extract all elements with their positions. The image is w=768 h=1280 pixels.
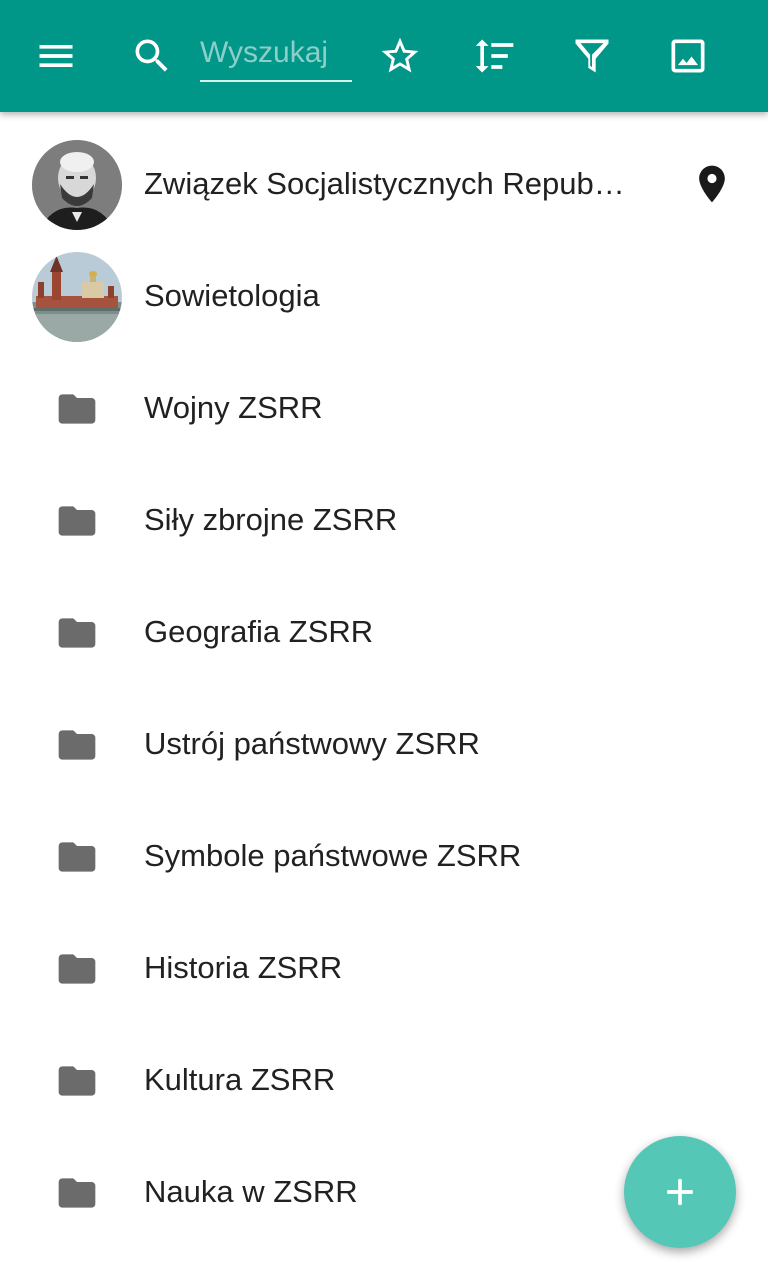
list-item[interactable]: Historia ZSRR xyxy=(0,912,768,1024)
menu-icon xyxy=(39,45,73,67)
list-item[interactable]: Związek Socjalistycznych Republik Radzie… xyxy=(0,128,768,240)
filter-button[interactable] xyxy=(564,28,620,84)
list-item-label: Kultura ZSRR xyxy=(144,1062,336,1097)
list-item[interactable]: Sowietologia xyxy=(0,240,768,352)
portrait-avatar-image xyxy=(32,140,122,230)
location-pin-icon xyxy=(699,165,725,203)
list-item[interactable]: Geografia ZSRR xyxy=(0,576,768,688)
folder-icon xyxy=(32,1148,122,1238)
list-item[interactable]: Symbole państwowe ZSRR xyxy=(0,800,768,912)
list-item[interactable]: Siły zbrojne ZSRR xyxy=(0,464,768,576)
avatar xyxy=(32,140,122,230)
folder-icon xyxy=(32,1036,122,1126)
list-item-label: Sowietologia xyxy=(144,278,320,313)
list-item-label: Wojny ZSRR xyxy=(144,390,323,425)
filter-icon xyxy=(575,39,609,73)
list-item-label: Związek Socjalistycznych Republik Radzie… xyxy=(144,166,626,201)
list-item-label: Historia ZSRR xyxy=(144,950,343,985)
plus-icon xyxy=(667,1179,693,1205)
list-item[interactable]: Wojny ZSRR xyxy=(0,352,768,464)
location-button[interactable] xyxy=(690,162,734,206)
folder-icon xyxy=(32,924,122,1014)
list-item-label: Ustrój państwowy ZSRR xyxy=(144,726,480,761)
app-toolbar xyxy=(0,0,768,112)
folder-icon xyxy=(32,588,122,678)
sort-button[interactable] xyxy=(467,28,523,84)
list-item[interactable]: Kultura ZSRR xyxy=(0,1024,768,1136)
kremlin-avatar-image xyxy=(32,252,122,342)
folder-icon xyxy=(32,476,122,566)
list-item-label: Siły zbrojne ZSRR xyxy=(144,502,398,537)
list-item-label: Geografia ZSRR xyxy=(144,614,374,649)
avatar xyxy=(32,252,122,342)
image-button[interactable] xyxy=(660,28,716,84)
search-field[interactable] xyxy=(200,26,352,82)
star-outline-icon xyxy=(381,37,419,73)
menu-button[interactable] xyxy=(28,28,84,84)
sort-icon xyxy=(475,39,514,73)
folder-icon xyxy=(32,364,122,454)
list-item-label: Symbole państwowe ZSRR xyxy=(144,838,522,873)
list-item[interactable]: Ustrój państwowy ZSRR xyxy=(0,688,768,800)
search-button[interactable] xyxy=(124,28,180,84)
list-item-label: Nauka w ZSRR xyxy=(144,1174,358,1209)
search-icon xyxy=(135,39,168,72)
search-input[interactable] xyxy=(200,26,352,80)
folder-icon xyxy=(32,812,122,902)
add-button[interactable] xyxy=(624,1136,736,1248)
favorites-button[interactable] xyxy=(372,28,428,84)
category-list: Związek Socjalistycznych Republik Radzie… xyxy=(0,128,768,1248)
folder-icon xyxy=(32,700,122,790)
image-icon xyxy=(671,39,705,73)
